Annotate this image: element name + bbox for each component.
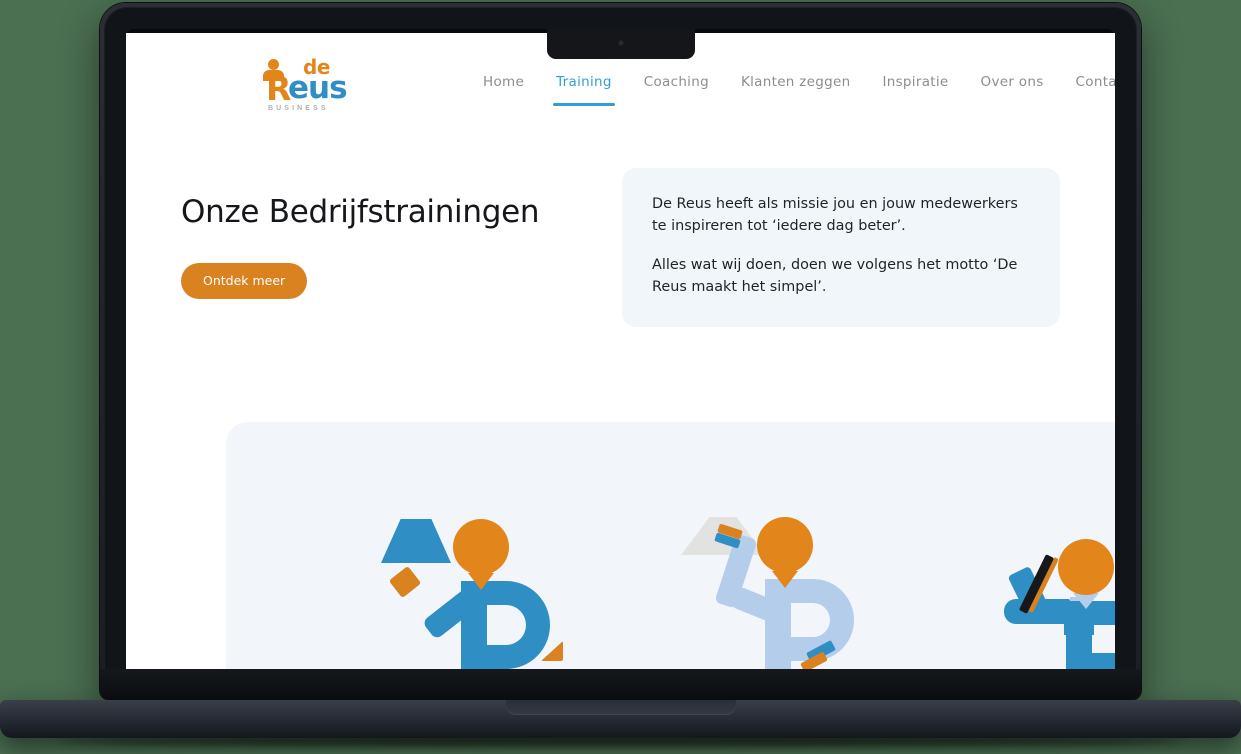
figure-1-head bbox=[453, 519, 509, 575]
illustration-figure-holding-stick bbox=[986, 539, 1115, 669]
screen-bezel-bottom bbox=[100, 669, 1141, 700]
illustration-figure-waving bbox=[381, 519, 591, 669]
laptop-base bbox=[0, 700, 1241, 738]
mission-card: De Reus heeft als missie jou en jouw med… bbox=[622, 168, 1060, 327]
hero-left-column: Onze Bedrijfstrainingen Ontdek meer bbox=[126, 194, 581, 299]
main-navigation: Home Training Coaching Klanten zeggen In… bbox=[467, 68, 1115, 106]
figure-3-head bbox=[1058, 539, 1114, 595]
hero-section: Onze Bedrijfstrainingen Ontdek meer De R… bbox=[126, 133, 1115, 327]
laptop-screen: de R eus BUSINESS Home Training Coaching… bbox=[126, 33, 1115, 669]
page-title: Onze Bedrijfstrainingen bbox=[181, 194, 540, 230]
figure-3-neck bbox=[1073, 593, 1099, 609]
figure-1-orange-object bbox=[388, 565, 422, 599]
figure-2-head bbox=[757, 517, 813, 573]
illustration-panel bbox=[226, 422, 1115, 669]
figure-2-torso bbox=[765, 579, 791, 669]
nav-item-home[interactable]: Home bbox=[467, 68, 540, 98]
webcam-notch bbox=[546, 29, 695, 59]
figure-1-skirt bbox=[381, 519, 451, 563]
nav-item-inspiratie[interactable]: Inspiratie bbox=[866, 68, 964, 98]
illustration-figure-arm-raised bbox=[681, 517, 891, 669]
nav-item-klanten-zeggen[interactable]: Klanten zeggen bbox=[725, 68, 866, 98]
nav-item-coaching[interactable]: Coaching bbox=[628, 68, 725, 98]
figure-1-neck bbox=[468, 573, 494, 590]
nav-item-contact[interactable]: Contact bbox=[1060, 68, 1115, 98]
camera-icon bbox=[617, 40, 624, 46]
figure-1-d-shape bbox=[480, 581, 550, 669]
site-logo[interactable]: de R eus BUSINESS bbox=[254, 55, 350, 112]
website-page: de R eus BUSINESS Home Training Coaching… bbox=[126, 33, 1115, 669]
mission-paragraph-2: Alles wat wij doen, doen we volgens het … bbox=[652, 256, 1018, 295]
figure-2-neck bbox=[772, 571, 798, 588]
discover-more-button[interactable]: Ontdek meer bbox=[181, 262, 308, 299]
logo-text-eus: eus bbox=[288, 70, 348, 106]
nav-item-training[interactable]: Training bbox=[540, 68, 628, 106]
mission-paragraph-1: De Reus heeft als missie jou en jouw med… bbox=[652, 196, 1018, 234]
laptop-mockup: de R eus BUSINESS Home Training Coaching… bbox=[0, 0, 1241, 754]
nav-item-over-ons[interactable]: Over ons bbox=[965, 68, 1060, 98]
logo-tagline: BUSINESS bbox=[268, 105, 329, 112]
laptop-base-notch bbox=[505, 700, 736, 715]
laptop-lid: de R eus BUSINESS Home Training Coaching… bbox=[100, 3, 1141, 700]
